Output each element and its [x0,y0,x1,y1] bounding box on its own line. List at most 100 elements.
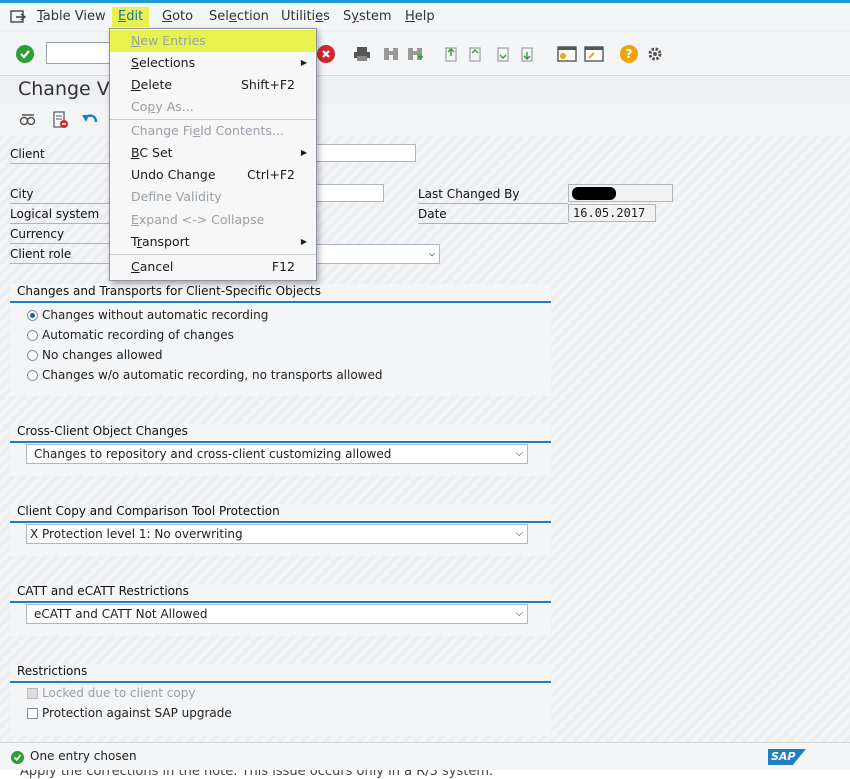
checkbox-label: Locked due to client copy [42,686,196,700]
checkbox-upgrade-protection[interactable]: Protection against SAP upgrade [27,704,232,722]
currency-label: Currency [10,227,65,241]
menu-utilities[interactable]: Utilities [281,7,330,27]
radio-label: Changes without automatic recording [42,308,269,322]
city-field[interactable] [310,184,384,202]
command-field[interactable] [46,42,116,64]
menu-separator [110,254,316,255]
edit-menu-dropdown: New Entries Selections ▶ Delete Shift+F2 C… [109,28,317,281]
logical-system-label-underline [10,223,110,224]
menu-item-new-entries[interactable]: New Entries [110,30,316,52]
menu-item-change-field-contents[interactable]: Change Field Contents... [110,120,316,142]
radio-button[interactable] [27,329,38,341]
client-label-underline [10,163,110,164]
currency-label-underline [10,243,110,244]
find-icon[interactable] [381,44,401,64]
restrictions-group: Restrictions Locked due to client copy P… [10,664,551,736]
sap-logo: SAP [768,749,806,765]
menu-item-selections[interactable]: Selections ▶ [110,52,316,74]
shortcut-label: F12 [271,259,295,274]
client-description-field[interactable] [310,144,416,162]
undo-icon[interactable] [80,110,100,130]
status-bar: One entry chosen SAP [0,742,850,770]
settings-icon[interactable] [645,44,665,64]
date-field: 16.05.2017 [568,204,656,222]
create-shortcut-icon[interactable] [583,44,605,64]
select-value: Changes to repository and cross-client c… [34,447,392,461]
chevron-down-icon: ⌵ [515,608,523,619]
client-role-label-underline [10,263,110,264]
menu-item-undo-change[interactable]: Undo Change Ctrl+F2 [110,164,316,186]
group-title: Restrictions [17,664,88,678]
group-title: CATT and eCATT Restrictions [17,584,189,598]
group-title-underline [10,601,551,603]
radio-label: No changes allowed [42,348,163,362]
city-label: City [10,187,34,201]
sap-logo-text: SAP [771,750,796,763]
checkbox-label: Protection against SAP upgrade [42,706,232,720]
menu-item-delete[interactable]: Delete Shift+F2 [110,74,316,96]
group-title: Changes and Transports for Client-Specif… [17,284,322,298]
menu-item-cancel[interactable]: Cancel F12 [110,256,316,278]
menu-item-define-validity[interactable]: Define Validity [110,186,316,208]
catt-select[interactable]: eCATT and CATT Not Allowed ⌵ [26,604,528,624]
success-icon [11,751,24,764]
menu-selection[interactable]: Selection [209,7,269,27]
radio-changes-without-recording[interactable]: Changes without automatic recording [27,306,268,324]
group-title-underline [10,301,551,303]
find-next-icon[interactable] [405,44,425,64]
new-session-icon[interactable] [556,44,578,64]
radio-button[interactable] [27,309,38,321]
last-page-icon[interactable] [518,44,536,64]
last-changed-by-field [568,184,673,202]
last-changed-by-label: Last Changed By [418,187,520,201]
enter-check-icon[interactable] [16,45,34,63]
group-title: Cross-Client Object Changes [17,424,188,438]
group-title-underline [10,441,551,443]
chevron-down-icon: ⌵ [515,528,523,539]
menu-table-view[interactable]: Table View [37,7,106,27]
menu-item-bc-set[interactable]: BC Set ▶ [110,142,316,164]
menu-help[interactable]: Help [405,7,435,27]
redacted-username [572,187,616,200]
radio-automatic-recording[interactable]: Automatic recording of changes [27,326,234,344]
menu-system[interactable]: System [343,7,392,27]
checkbox-locked-client-copy: Locked due to client copy [27,684,195,702]
chevron-down-icon: ⌵ [515,448,523,459]
first-page-icon[interactable] [442,44,460,64]
client-role-select[interactable]: ⌵ [310,244,440,264]
print-icon[interactable] [352,44,372,64]
radio-label: Automatic recording of changes [42,328,234,342]
shortcut-label: Ctrl+F2 [247,167,295,182]
cancel-icon[interactable] [317,45,335,63]
underlying-text: Apply the corrections in the note. This … [20,770,494,779]
app-menu-icon[interactable] [10,10,26,24]
next-page-icon[interactable] [494,44,512,64]
transports-group: Changes and Transports for Client-Specif… [10,284,551,396]
menu-item-expand-collapse[interactable]: Expand <-> Collapse [110,209,316,231]
cross-client-group: Cross-Client Object Changes Changes to r… [10,424,551,476]
submenu-arrow-icon: ▶ [300,58,307,67]
menu-goto[interactable]: Goto [162,7,193,27]
menu-item-transport[interactable]: Transport ▶ [110,231,316,253]
copy-protection-group: Client Copy and Comparison Tool Protecti… [10,504,551,556]
delete-icon[interactable] [50,110,70,130]
display-change-icon[interactable] [18,110,38,130]
client-role-label: Client role [10,247,72,261]
help-icon[interactable]: ? [620,45,638,63]
date-label: Date [418,207,447,221]
radio-button[interactable] [27,369,38,381]
status-message[interactable]: One entry chosen [30,749,137,763]
copy-protection-select[interactable]: X Protection level 1: No overwriting ⌵ [26,524,528,544]
previous-page-icon[interactable] [466,44,484,64]
select-value: eCATT and CATT Not Allowed [34,607,208,621]
cross-client-select[interactable]: Changes to repository and cross-client c… [26,444,528,464]
radio-no-changes[interactable]: No changes allowed [27,346,163,364]
menu-edit[interactable]: Edit [112,7,150,27]
radio-button[interactable] [27,349,38,361]
group-title-underline [10,521,551,523]
radio-no-transports[interactable]: Changes w/o automatic recording, no tran… [27,366,383,384]
checkbox[interactable] [27,707,38,719]
submenu-arrow-icon: ▶ [300,237,307,246]
menu-item-copy-as[interactable]: Copy As... [110,96,316,118]
group-title-underline [10,681,551,683]
